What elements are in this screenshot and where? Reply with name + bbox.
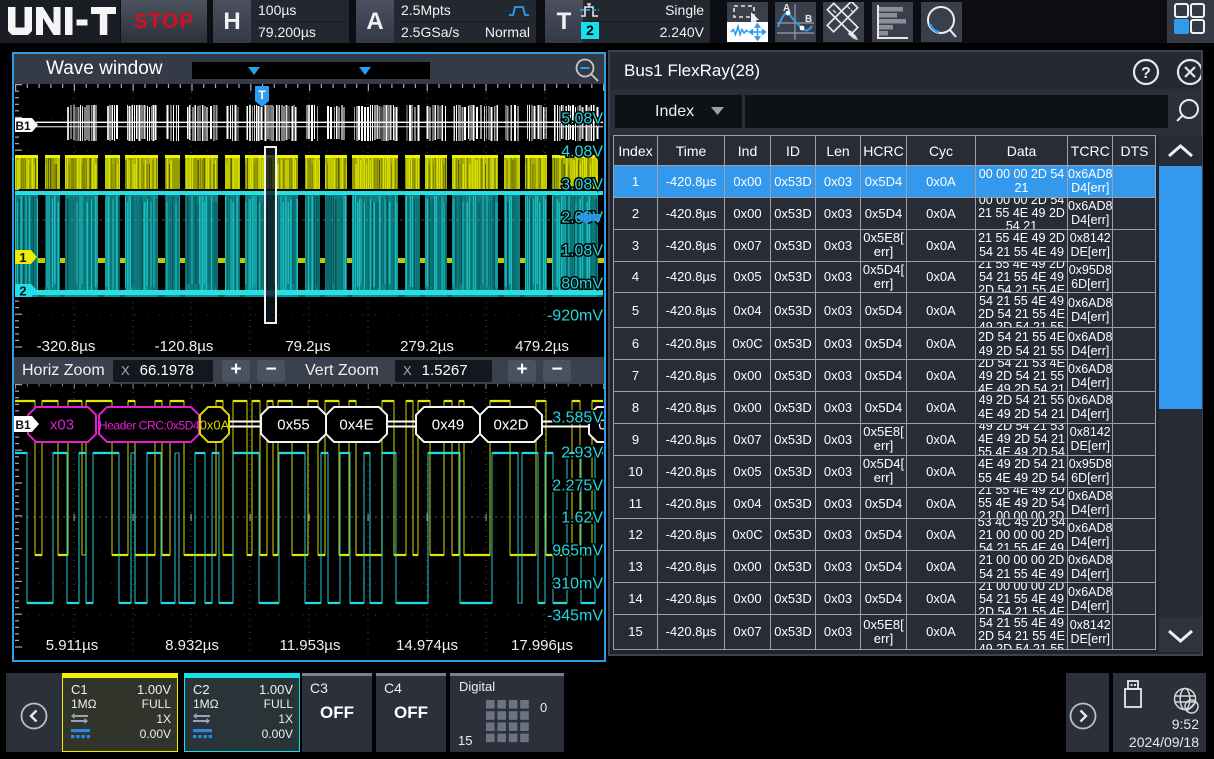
svg-text:-120.8µs: -120.8µs — [155, 338, 214, 355]
svg-text:-320.8µs: -320.8µs — [37, 338, 96, 355]
svg-text:0x2D: 0x2D — [493, 417, 528, 434]
svg-text:5.911µs: 5.911µs — [46, 637, 99, 654]
svg-text:4.08V: 4.08V — [561, 144, 603, 161]
svg-text:279.2µs: 279.2µs — [400, 338, 454, 355]
svg-text:14.974µs: 14.974µs — [396, 637, 458, 654]
svg-text:310mV: 310mV — [552, 576, 603, 593]
svg-text:?: ? — [1141, 65, 1151, 82]
svg-text:2.275V: 2.275V — [552, 478, 603, 495]
svg-text:17.996µs: 17.996µs — [511, 637, 573, 654]
svg-text:A: A — [783, 3, 790, 14]
svg-text:2: 2 — [19, 284, 26, 299]
svg-text:79.2µs: 79.2µs — [285, 338, 330, 355]
svg-text:80mV: 80mV — [561, 276, 603, 293]
svg-text:0x4E: 0x4E — [339, 417, 373, 434]
svg-text:479.2µs: 479.2µs — [515, 338, 569, 355]
svg-text:T: T — [258, 88, 266, 102]
svg-text:x03: x03 — [50, 417, 74, 434]
svg-text:-920mV: -920mV — [547, 308, 603, 325]
svg-text:11.953µs: 11.953µs — [280, 637, 341, 654]
svg-text:B: B — [805, 14, 812, 25]
svg-text:1: 1 — [19, 250, 26, 265]
svg-text:0x55: 0x55 — [277, 417, 310, 434]
svg-text:965mV: 965mV — [552, 543, 603, 560]
svg-text:Header CRC:0x5D4: Header CRC:0x5D4 — [99, 419, 200, 433]
svg-text:2.93V: 2.93V — [561, 445, 603, 462]
svg-text:3.08V: 3.08V — [561, 177, 603, 194]
svg-text:B1: B1 — [15, 119, 31, 133]
svg-text:B1: B1 — [15, 418, 31, 432]
svg-text:3.585V: 3.585V — [552, 410, 603, 427]
svg-text:0x49: 0x49 — [432, 417, 465, 434]
svg-text:1.62V: 1.62V — [561, 510, 603, 527]
svg-text:8.932µs: 8.932µs — [165, 637, 219, 654]
svg-text:1.08V: 1.08V — [561, 243, 603, 260]
svg-text:0x0A: 0x0A — [200, 418, 230, 433]
svg-text:-345mV: -345mV — [547, 608, 603, 625]
svg-text:5.08V: 5.08V — [561, 111, 603, 128]
